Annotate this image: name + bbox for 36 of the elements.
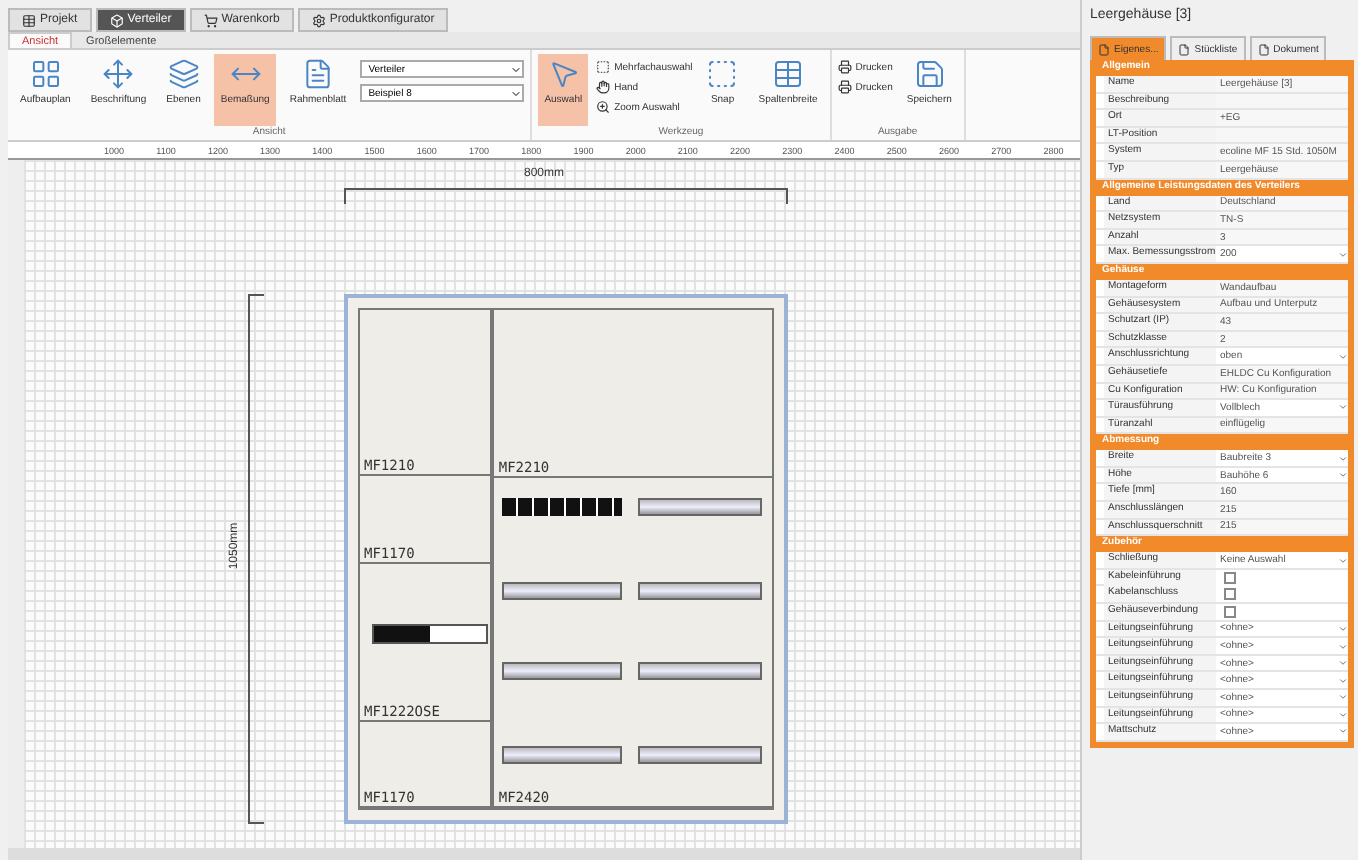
ribbon-icon [772,58,805,90]
caret-icon [1338,555,1348,566]
caret-icon [1338,351,1348,362]
small-icon [837,60,852,74]
tab-icon [1178,43,1191,55]
checkbox[interactable] [1224,588,1236,601]
rail-drawing [502,745,623,764]
checkbox[interactable] [1224,606,1236,619]
rail-drawing [638,745,763,764]
breaker-row-drawing [502,497,623,516]
ribbon-icon [547,58,580,90]
small-icon [596,80,611,94]
rail-drawing [638,497,763,516]
small-icon [596,60,611,74]
caret-icon [1338,402,1348,413]
ribbon-icon [102,58,135,90]
tab-icon [22,13,36,27]
small-icon [596,100,611,114]
rail-drawing [638,581,763,600]
device-drawing [372,624,488,645]
ribbon-icon [913,58,946,90]
rail-drawing [638,661,763,680]
caret-icon [1338,249,1348,260]
tab-icon [1098,43,1110,55]
tab-icon [203,13,218,27]
checkbox[interactable] [1224,571,1236,584]
small-icon [837,80,852,94]
rail-drawing [502,581,623,600]
tab-icon [1257,43,1270,55]
ribbon-icon [29,58,62,90]
ribbon-icon [167,58,200,90]
ribbon-icon [302,58,334,90]
tab-icon [311,13,326,27]
tab-icon [109,13,124,27]
rail-drawing [502,661,623,680]
ribbon-icon [706,58,739,90]
